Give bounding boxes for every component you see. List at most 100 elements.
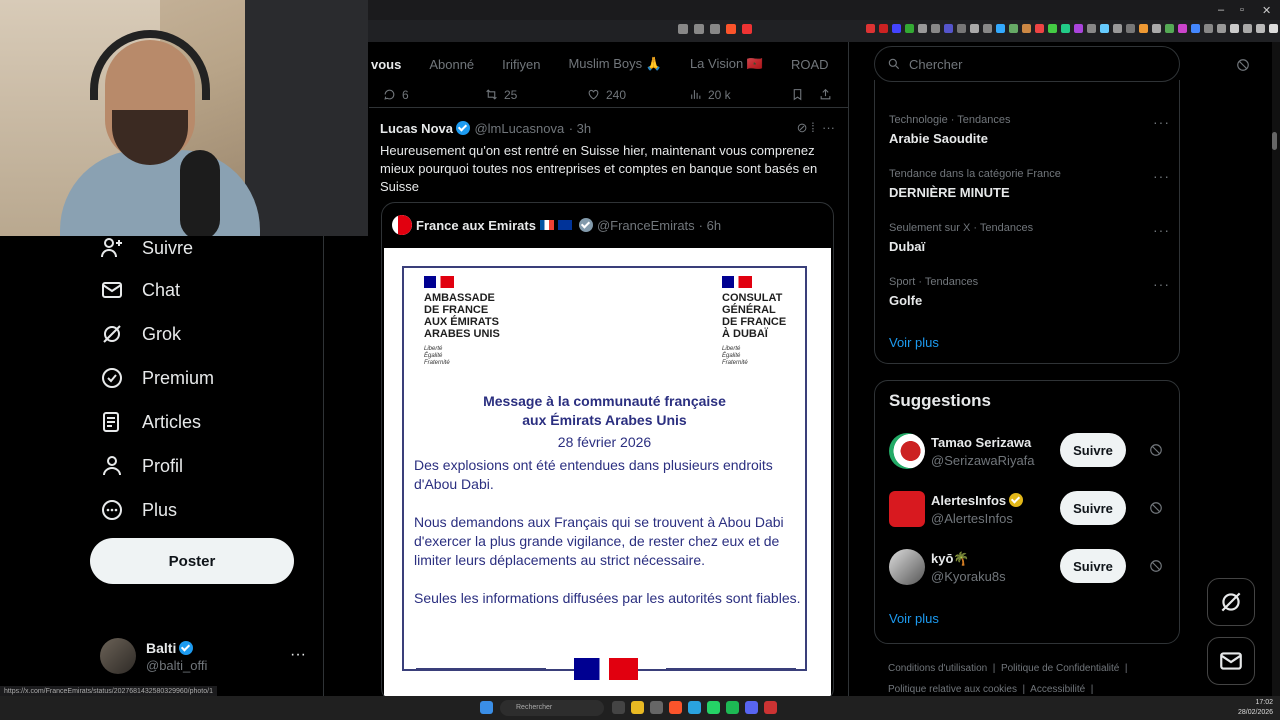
extension-icon[interactable] bbox=[1009, 24, 1018, 33]
extension-icon[interactable] bbox=[1165, 24, 1174, 33]
extension-icon[interactable] bbox=[1048, 24, 1057, 33]
extension-icon[interactable] bbox=[1061, 24, 1070, 33]
extension-icon[interactable] bbox=[1152, 24, 1161, 33]
spotify-icon[interactable] bbox=[726, 701, 739, 714]
accessibility-link[interactable]: Accessibilité bbox=[1030, 684, 1085, 695]
extension-icon[interactable] bbox=[905, 24, 914, 33]
extension-icon[interactable] bbox=[1178, 24, 1187, 33]
brave-icon[interactable] bbox=[669, 701, 682, 714]
tab-irifiyen[interactable]: Irifiyen bbox=[502, 57, 540, 72]
extension-icon[interactable] bbox=[1139, 24, 1148, 33]
app-icon[interactable] bbox=[764, 701, 777, 714]
follow-button[interactable]: Suivre bbox=[1060, 491, 1126, 525]
follow-button[interactable]: Suivre bbox=[1060, 433, 1126, 467]
trend-more-icon[interactable]: ··· bbox=[1153, 114, 1170, 130]
taskbar-clock[interactable]: 17:02 28/02/2026 bbox=[1238, 698, 1273, 718]
extension-icon[interactable] bbox=[1256, 24, 1265, 33]
cookies-link[interactable]: Politique relative aux cookies bbox=[888, 684, 1017, 695]
trend-more-icon[interactable]: ··· bbox=[1153, 222, 1170, 238]
close-button[interactable]: ✕ bbox=[1262, 4, 1271, 17]
suggestion-item[interactable]: AlertesInfos @AlertesInfos Suivre bbox=[889, 491, 1169, 531]
extension-icon[interactable] bbox=[1126, 24, 1135, 33]
zoom-icon[interactable] bbox=[678, 24, 688, 34]
whatsapp-icon[interactable] bbox=[707, 701, 720, 714]
privacy-link[interactable]: Politique de Confidentialité bbox=[1001, 663, 1119, 674]
extension-icon[interactable] bbox=[1022, 24, 1031, 33]
nav-item-profil[interactable]: Profil bbox=[100, 454, 183, 478]
post-button[interactable]: Poster bbox=[90, 538, 294, 584]
block-icon[interactable] bbox=[1236, 58, 1250, 72]
page-scrollbar[interactable] bbox=[1272, 42, 1280, 696]
suggestion-item[interactable]: kyō🌴 @Kyoraku8s Suivre bbox=[889, 549, 1169, 589]
quote-author[interactable]: France aux Emirats bbox=[416, 218, 536, 233]
extension-icon[interactable] bbox=[957, 24, 966, 33]
nav-item-suivre[interactable]: Suivre bbox=[100, 236, 193, 260]
trend-more-icon[interactable]: ··· bbox=[1153, 276, 1170, 292]
nav-item-articles[interactable]: Articles bbox=[100, 410, 201, 434]
suggestion-item[interactable]: Tamao Serizawa @SerizawaRiyafa Suivre bbox=[889, 433, 1169, 473]
tab-road[interactable]: ROAD bbox=[791, 57, 829, 72]
extension-icon[interactable] bbox=[1113, 24, 1122, 33]
extension-icon[interactable] bbox=[983, 24, 992, 33]
extension-icon[interactable] bbox=[1191, 24, 1200, 33]
messages-fab-button[interactable] bbox=[1207, 637, 1255, 685]
views-button[interactable]: 20 k bbox=[689, 88, 731, 102]
more-icon[interactable]: ··· bbox=[290, 646, 306, 664]
tweet-author[interactable]: Lucas Nova bbox=[380, 121, 453, 136]
extension-icon[interactable] bbox=[944, 24, 953, 33]
extension-icon[interactable] bbox=[1074, 24, 1083, 33]
tweet-time[interactable]: · 3h bbox=[569, 121, 591, 136]
extension-icon[interactable] bbox=[931, 24, 940, 33]
extension-icon[interactable] bbox=[1243, 24, 1252, 33]
tab-vous[interactable]: vous bbox=[371, 57, 401, 72]
extension-icon[interactable] bbox=[879, 24, 888, 33]
block-icon[interactable] bbox=[1149, 443, 1163, 457]
follow-button[interactable]: Suivre bbox=[1060, 549, 1126, 583]
repost-button[interactable]: 25 bbox=[485, 88, 517, 102]
trend-item[interactable]: Sport · Tendances Golfe bbox=[889, 276, 978, 308]
nav-item-premium[interactable]: Premium bbox=[100, 366, 214, 390]
share-button[interactable] bbox=[819, 88, 832, 101]
trend-item[interactable]: Seulement sur X · Tendances Dubaï bbox=[889, 222, 1033, 254]
quote-image[interactable]: AMBASSADE DE FRANCE AUX ÉMIRATS ARABES U… bbox=[384, 248, 831, 696]
extension-icon[interactable] bbox=[970, 24, 979, 33]
extension-icon[interactable] bbox=[918, 24, 927, 33]
rewards-icon[interactable] bbox=[742, 24, 752, 34]
discord-icon[interactable] bbox=[745, 701, 758, 714]
tweet-handle[interactable]: @lmLucasnova bbox=[474, 121, 564, 136]
extension-icon[interactable] bbox=[892, 24, 901, 33]
file-explorer-icon[interactable] bbox=[631, 701, 644, 714]
trend-item[interactable]: Tendance dans la catégorie France DERNIÈR… bbox=[889, 168, 1061, 200]
reply-button[interactable]: 6 bbox=[383, 88, 409, 102]
terms-link[interactable]: Conditions d'utilisation bbox=[888, 663, 987, 674]
extension-icon[interactable] bbox=[1217, 24, 1226, 33]
task-view-icon[interactable] bbox=[612, 701, 625, 714]
quoted-tweet[interactable]: France aux Emirats @FranceEmirats · 6h A… bbox=[381, 202, 834, 696]
share-icon[interactable] bbox=[710, 24, 720, 34]
extension-icon[interactable] bbox=[996, 24, 1005, 33]
suggestions-see-more-link[interactable]: Voir plus bbox=[889, 611, 939, 626]
maximize-button[interactable]: ▫ bbox=[1240, 4, 1244, 16]
taskbar-search[interactable]: Rechercher bbox=[500, 700, 604, 716]
block-icon[interactable] bbox=[1149, 559, 1163, 573]
tweet-more-button[interactable]: ⊘ ⁞ ··· bbox=[797, 120, 835, 136]
scrollbar-thumb[interactable] bbox=[1272, 132, 1277, 150]
minimize-button[interactable]: – bbox=[1218, 4, 1224, 16]
brave-shield-icon[interactable] bbox=[726, 24, 736, 34]
bookmark-button[interactable] bbox=[791, 88, 804, 101]
windows-start-icon[interactable] bbox=[480, 701, 493, 714]
grok-fab-button[interactable] bbox=[1207, 578, 1255, 626]
nav-item-grok[interactable]: Grok bbox=[100, 322, 181, 346]
trends-see-more-link[interactable]: Voir plus bbox=[889, 335, 939, 350]
screenshot-icon[interactable] bbox=[694, 24, 704, 34]
extension-icon[interactable] bbox=[1100, 24, 1109, 33]
extension-icon[interactable] bbox=[1230, 24, 1239, 33]
trend-more-icon[interactable]: ··· bbox=[1153, 168, 1170, 184]
app-icon[interactable] bbox=[650, 701, 663, 714]
tab-muslim-boys[interactable]: Muslim Boys 🙏 bbox=[568, 56, 661, 72]
extension-icon[interactable] bbox=[1204, 24, 1213, 33]
block-icon[interactable] bbox=[1149, 501, 1163, 515]
telegram-icon[interactable] bbox=[688, 701, 701, 714]
account-switcher[interactable]: Balti @balti_offi ··· bbox=[100, 638, 310, 678]
nav-item-chat[interactable]: Chat bbox=[100, 278, 180, 302]
